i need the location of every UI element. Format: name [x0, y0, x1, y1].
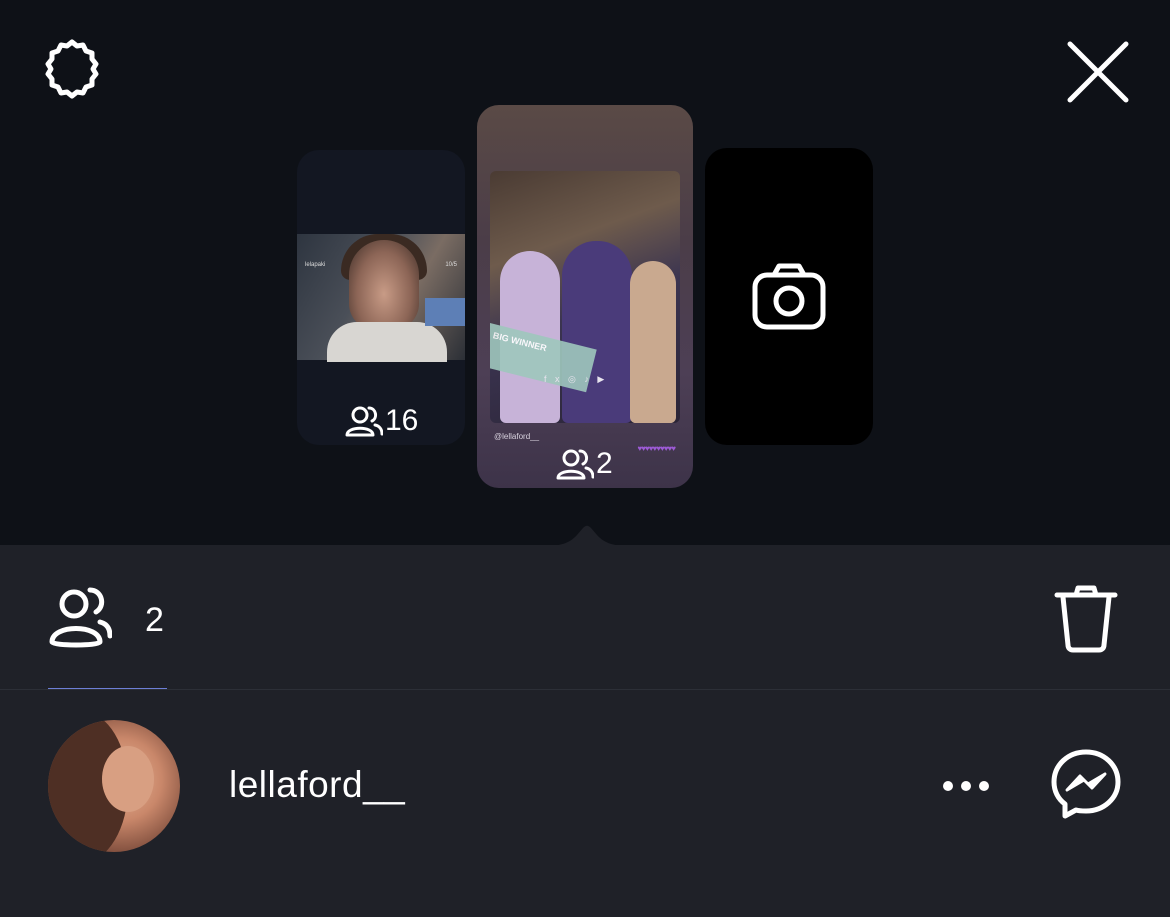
- viewer-username[interactable]: lellaford__: [229, 764, 405, 806]
- viewers-tab-count: 2: [145, 601, 164, 639]
- thumbnail-face: [349, 240, 419, 330]
- trash-icon[interactable]: [1054, 585, 1118, 653]
- avatar[interactable]: [48, 720, 180, 852]
- close-x-icon[interactable]: [1062, 36, 1134, 108]
- story-thumbnail-left: lelapaki 10/5: [297, 234, 465, 362]
- viewer-count-left: 16: [345, 404, 418, 438]
- viewer-count-center-text: 2: [596, 447, 613, 480]
- panel-tab-row: 2: [0, 545, 1170, 690]
- story-thumbnail-center: BIG WINNER f x ◎ ♪ ▶: [490, 171, 680, 423]
- thumbnail-sign: [425, 298, 465, 326]
- messenger-icon[interactable]: [1050, 748, 1122, 820]
- viewer-count-left-text: 16: [385, 404, 419, 437]
- thumbnail-figure-2: [562, 241, 632, 423]
- viewers-icon: [556, 449, 594, 480]
- camera-icon: [752, 263, 826, 330]
- settings-gear-icon-svg: [45, 39, 99, 99]
- close-x-icon-svg: [1067, 41, 1129, 103]
- story-card-left[interactable]: lelapaki 10/5: [297, 150, 465, 445]
- story-handle: @lellaford__: [494, 432, 540, 441]
- viewer-list-item[interactable]: lellaford__: [0, 690, 1170, 890]
- thumbnail-social-icons: f x ◎ ♪ ▶: [544, 374, 608, 384]
- viewers-panel: 2 lellaford__: [0, 545, 1170, 917]
- thumb-top-right-text: 10/5: [445, 262, 457, 268]
- thumbnail-figure-3: [630, 261, 676, 423]
- viewer-count-center: 2: [556, 447, 613, 481]
- thumb-top-left-text: lelapaki: [305, 262, 326, 268]
- hearts-decoration: ♥♥♥♥♥♥♥♥♥♥: [637, 444, 676, 453]
- selected-story-pointer: [545, 525, 629, 546]
- story-card-center[interactable]: BIG WINNER f x ◎ ♪ ▶ @lellaford__ ♥♥♥♥♥♥…: [477, 105, 693, 488]
- story-preview-area: lelapaki 10/5 16 BIG WINNER f x ◎ ♪ ▶ @l…: [0, 0, 1170, 546]
- thumbnail-shirt: [327, 322, 447, 362]
- avatar-face: [102, 746, 154, 812]
- more-horizontal-icon[interactable]: [936, 772, 996, 800]
- viewers-icon: [345, 406, 383, 437]
- viewers-icon: [49, 587, 112, 648]
- settings-gear-icon[interactable]: [36, 38, 108, 110]
